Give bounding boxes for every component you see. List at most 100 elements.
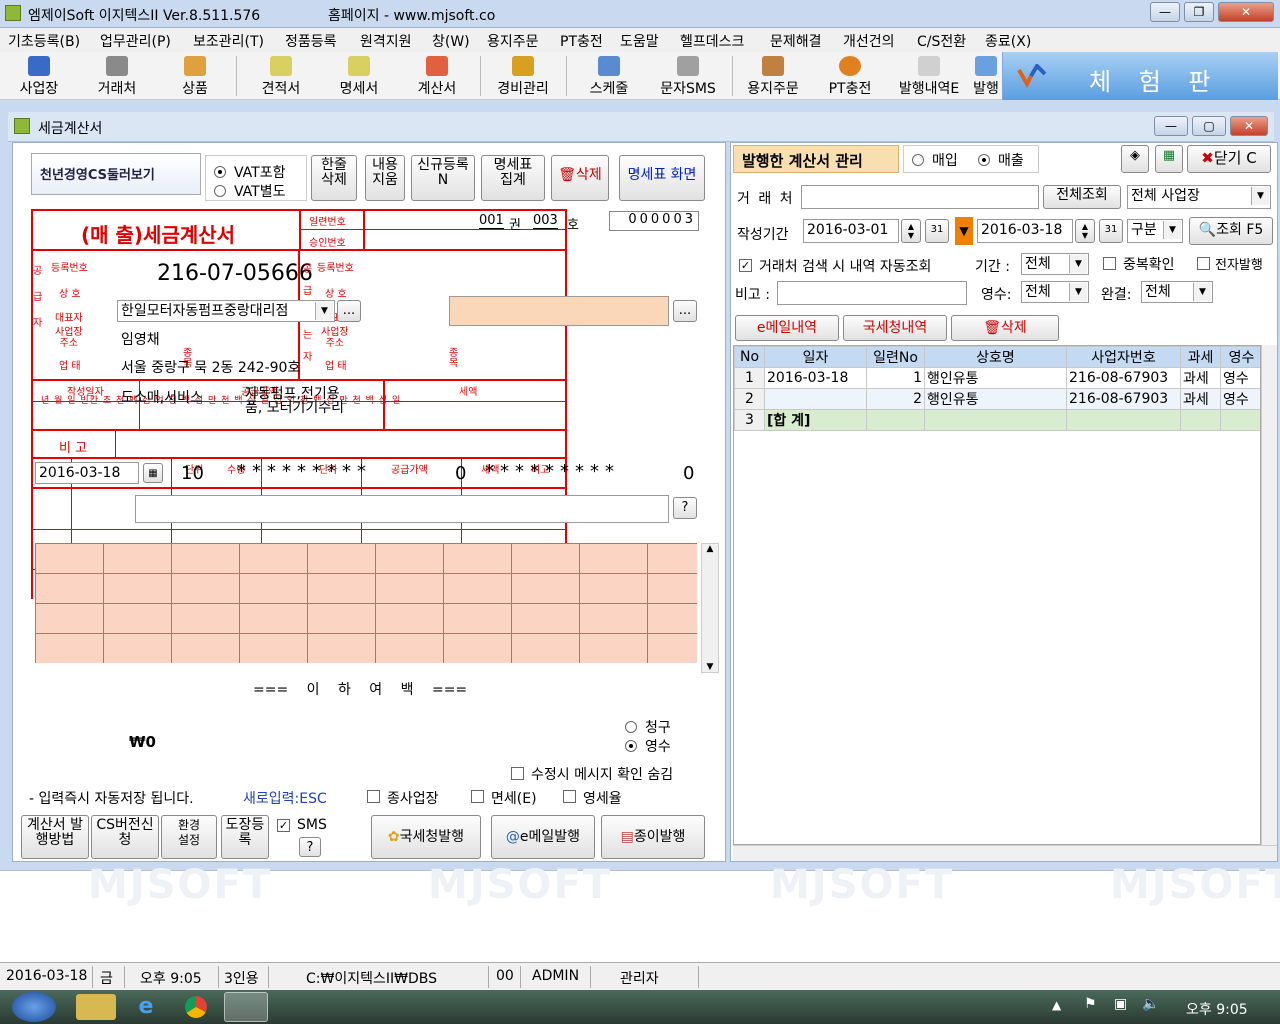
grid-hscrollbar[interactable] — [733, 845, 1277, 861]
start-button[interactable] — [12, 992, 56, 1022]
help-button[interactable]: ? — [673, 497, 697, 519]
delete-button[interactable]: 🗑삭제 — [551, 155, 609, 201]
buy-radio[interactable] — [912, 154, 924, 166]
history-delete-button[interactable]: 🗑삭제 — [951, 315, 1059, 341]
stamp-register-button[interactable]: 도장등 록 — [221, 815, 269, 859]
toolbar-product-button[interactable]: 상품 — [164, 52, 226, 100]
menu-item[interactable]: 기초등록(B) — [8, 31, 80, 51]
child-restore-icon[interactable]: ▢ — [1192, 116, 1226, 136]
close-icon[interactable]: ✕ — [1218, 2, 1274, 22]
explorer-icon[interactable] — [76, 994, 116, 1020]
vat-included-radio[interactable] — [214, 166, 226, 178]
customer-input[interactable] — [801, 185, 1039, 209]
sell-radio[interactable] — [978, 154, 990, 166]
menu-item[interactable]: 보조관리(T) — [193, 31, 264, 51]
col-header[interactable]: No — [734, 346, 765, 368]
period-toggle-icon[interactable]: ▼ — [955, 217, 973, 245]
issue-method-button[interactable]: 계산서 발 행방법 — [21, 815, 89, 859]
table-row[interactable]: 2 2 행인유통 216-08-67903 과세 영수 — [734, 388, 1260, 410]
toolbar-statement-button[interactable]: 명세서 — [328, 52, 390, 100]
supplier-company-select[interactable]: 한일모터자동펌프중랑대리점 ▼ — [117, 300, 335, 322]
child-close-icon[interactable]: ✕ — [1230, 116, 1268, 136]
spec-screen-button[interactable]: 명세표 화면 — [619, 155, 705, 201]
table-row[interactable]: 1 2016-03-18 1 행인유통 216-08-67903 과세 영수 — [734, 367, 1260, 389]
col-header[interactable]: 과세 — [1180, 346, 1221, 368]
paper-issue-button[interactable]: ▤종이발행 — [601, 815, 705, 859]
child-minimize-icon[interactable]: — — [1154, 116, 1188, 136]
scroll-down-icon[interactable]: ▼ — [702, 662, 718, 672]
calendar-icon[interactable]: 31 — [1099, 219, 1123, 243]
cs-banner[interactable]: 천년경영CS둘러보기 — [31, 153, 201, 195]
taskbar-clock[interactable]: 오후 9:05 — [1186, 999, 1248, 1019]
email-history-tab[interactable]: e메일내역 — [735, 315, 839, 341]
sms-checkbox[interactable]: ✓ — [277, 819, 290, 832]
receipt-radio[interactable] — [625, 740, 637, 752]
nts-issue-button[interactable]: ✿국세청발행 — [371, 815, 481, 859]
toolbar-invoice-button[interactable]: 계산서 — [406, 52, 468, 100]
receiver-lookup-button[interactable]: ... — [673, 300, 697, 322]
easytax-taskbar-button[interactable] — [224, 992, 268, 1022]
excel-icon[interactable]: ▦ — [1155, 145, 1183, 173]
clear-button[interactable]: 내용 지움 — [365, 155, 405, 201]
toolbar-sms-button[interactable]: 문자SMS — [652, 52, 724, 100]
hide-msg-checkbox[interactable] — [511, 767, 524, 780]
view-all-button[interactable]: 전체조회 — [1043, 185, 1121, 209]
menu-item[interactable]: C/S전환 — [917, 31, 966, 51]
auto-search-checkbox[interactable]: ✓ — [739, 259, 752, 272]
network-icon[interactable]: ▣ — [1114, 996, 1127, 1012]
toolbar-issue-button[interactable]: 발행 — [970, 52, 1002, 100]
chrome-icon[interactable] — [176, 994, 216, 1020]
menu-item[interactable]: 창(W) — [432, 31, 470, 51]
col-header[interactable]: 사업자번호 — [1066, 346, 1181, 368]
menu-item[interactable]: 개선건의 — [843, 31, 895, 51]
calendar-icon[interactable]: ▦ — [143, 463, 163, 483]
tax-free-checkbox[interactable] — [471, 790, 484, 803]
close-button[interactable]: ✖닫기 C — [1187, 145, 1271, 173]
menu-item[interactable]: 종료(X) — [985, 31, 1031, 51]
toolbar-pt-charge-button[interactable]: PT충전 — [820, 52, 880, 100]
to-date-input[interactable]: 2016-03-18 — [977, 219, 1073, 243]
issued-grid[interactable]: No 일자 일련No 상호명 사업자번호 과세 영수 1 2016-03-18 … — [733, 345, 1261, 845]
scroll-up-icon[interactable]: ▲ — [702, 544, 718, 554]
toolbar-paper-order-button[interactable]: 용지주문 — [740, 52, 806, 100]
to-date-spinner[interactable]: ▲ ▼ — [1075, 219, 1095, 243]
line-delete-button[interactable]: 한줄 삭제 — [311, 155, 357, 201]
grid-vscrollbar[interactable] — [1261, 345, 1277, 847]
env-settings-button[interactable]: 환경 설정 — [161, 815, 217, 859]
col-header[interactable]: 일련No — [866, 346, 925, 368]
sum-statement-button[interactable]: 명세표 집계 — [481, 155, 545, 201]
toolbar-estimate-button[interactable]: 견적서 — [250, 52, 312, 100]
supplier-lookup-button[interactable]: ... — [337, 300, 361, 322]
remark-filter-input[interactable] — [777, 281, 967, 305]
receiver-company-input[interactable] — [449, 296, 669, 326]
menu-item[interactable]: 정품등록 — [285, 31, 337, 51]
toolbar-customer-button[interactable]: 거래처 — [86, 52, 148, 100]
item-name-input[interactable] — [135, 495, 669, 523]
nts-history-tab[interactable]: 국세청내역 — [843, 315, 947, 341]
menu-item[interactable]: 헬프데스크 — [680, 31, 744, 51]
term-select[interactable]: 전체 ▼ — [1021, 253, 1089, 275]
ie-icon[interactable]: e — [126, 994, 166, 1020]
sub-workplace-checkbox[interactable] — [367, 790, 380, 803]
toolbar-schedule-button[interactable]: 스케줄 — [578, 52, 640, 100]
receipt-filter-select[interactable]: 전체 ▼ — [1021, 281, 1089, 303]
row-date-input[interactable]: 2016-03-18 — [35, 462, 139, 484]
email-issue-button[interactable]: @e메일발행 — [491, 815, 595, 859]
menu-item[interactable]: 원격지원 — [360, 31, 412, 51]
claim-radio[interactable] — [625, 721, 637, 733]
flag-icon[interactable]: ⚑ — [1084, 996, 1097, 1012]
sms-help-button[interactable]: ? — [299, 837, 321, 857]
volume-icon[interactable]: 🔈 — [1142, 996, 1159, 1012]
vat-separate-radio[interactable] — [214, 185, 226, 197]
toolbar-expense-button[interactable]: 경비관리 — [490, 52, 556, 100]
from-date-spinner[interactable]: ▲ ▼ — [901, 219, 921, 243]
col-header[interactable]: 상호명 — [924, 346, 1067, 368]
toolbar-workplace-button[interactable]: 사업장 — [8, 52, 70, 100]
menu-item[interactable]: 용지주문 — [487, 31, 539, 51]
restore-icon[interactable]: ❐ — [1184, 2, 1214, 22]
item-grid-scrollbar[interactable]: ▲ ▼ — [701, 543, 719, 673]
tray-up-icon[interactable]: ▲ — [1052, 998, 1061, 1012]
search-button[interactable]: 🔍조회 F5 — [1189, 217, 1273, 245]
done-filter-select[interactable]: 전체 ▼ — [1141, 281, 1213, 303]
from-date-input[interactable]: 2016-03-01 — [803, 219, 899, 243]
